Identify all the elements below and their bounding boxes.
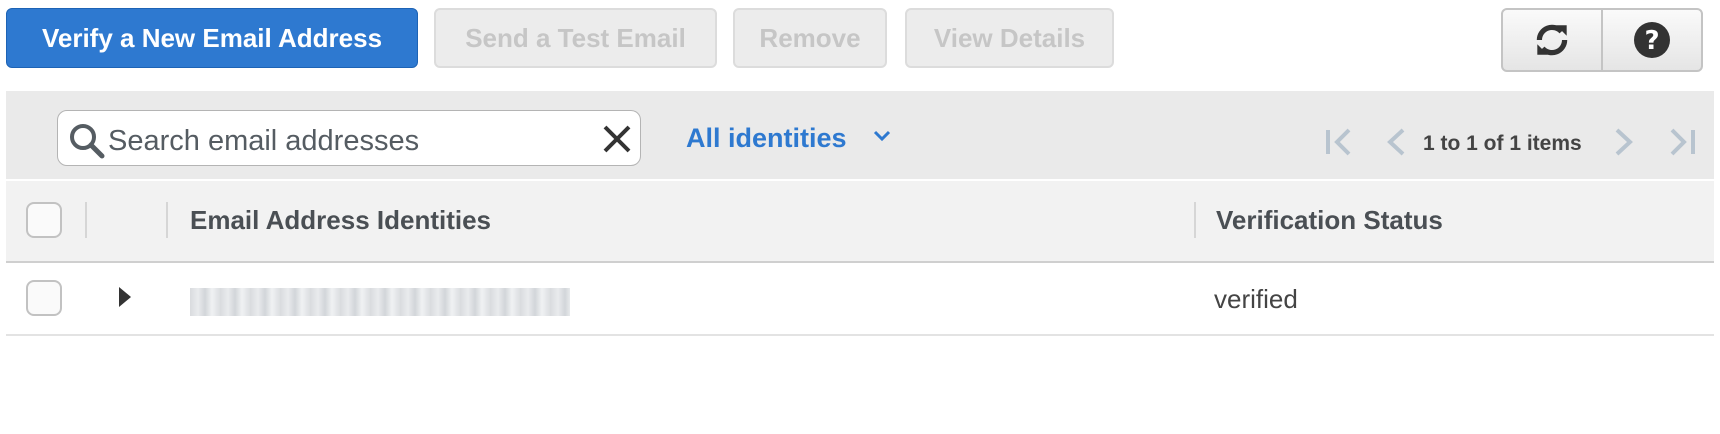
- send-test-email-button[interactable]: Send a Test Email: [434, 8, 717, 68]
- help-icon: ?: [1634, 22, 1670, 58]
- column-divider: [1194, 202, 1196, 238]
- column-divider: [166, 202, 168, 238]
- previous-page-icon[interactable]: [1381, 126, 1409, 158]
- expand-row-icon[interactable]: [117, 285, 133, 309]
- toolbar-icon-group: ?: [1501, 8, 1703, 72]
- clear-search-icon[interactable]: [602, 124, 632, 154]
- last-page-icon[interactable]: [1666, 126, 1698, 158]
- svg-text:?: ?: [1644, 26, 1659, 56]
- search-icon: [70, 124, 105, 159]
- row-checkbox[interactable]: [26, 280, 62, 316]
- column-divider: [85, 202, 87, 238]
- refresh-icon: [1536, 24, 1568, 56]
- verify-email-button[interactable]: Verify a New Email Address: [6, 8, 418, 68]
- email-address-redacted[interactable]: [190, 288, 570, 316]
- remove-button[interactable]: Remove: [733, 8, 887, 68]
- column-header-status[interactable]: Verification Status: [1216, 205, 1443, 235]
- search-placeholder: Search email addresses: [108, 125, 420, 157]
- row-divider: [6, 334, 1714, 336]
- pagination-status: 1 to 1 of 1 items: [1423, 132, 1582, 155]
- chevron-down-icon: [873, 130, 891, 142]
- column-header-email[interactable]: Email Address Identities: [190, 205, 491, 235]
- next-page-icon[interactable]: [1611, 126, 1639, 158]
- help-button[interactable]: ?: [1601, 10, 1701, 70]
- identity-filter-dropdown[interactable]: All identities: [686, 123, 847, 153]
- view-details-button[interactable]: View Details: [905, 8, 1114, 68]
- refresh-button[interactable]: [1503, 10, 1601, 70]
- select-all-checkbox[interactable]: [26, 202, 62, 238]
- first-page-icon[interactable]: [1323, 126, 1355, 158]
- verification-status: verified: [1214, 284, 1298, 314]
